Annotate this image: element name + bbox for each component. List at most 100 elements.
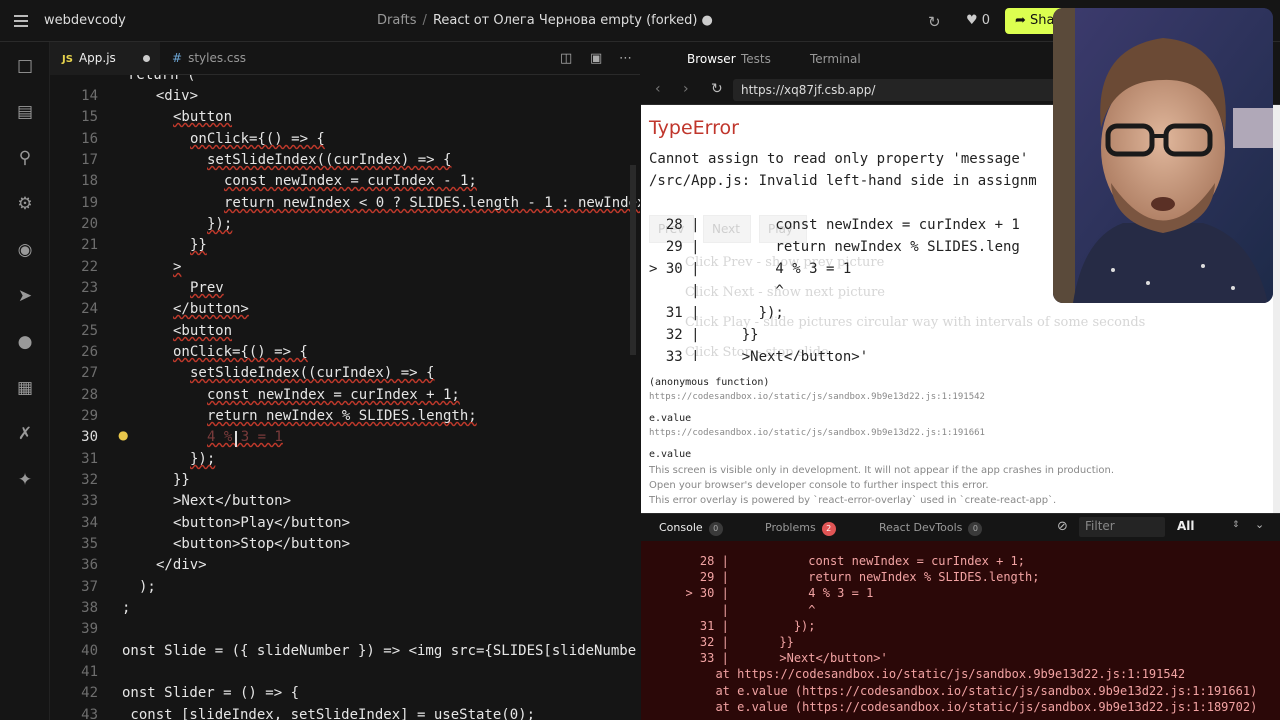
code-line: onClick={() => { [190, 131, 325, 147]
code-line: return newIndex % SLIDES.length; [207, 408, 477, 424]
line-number: 30 [81, 429, 98, 445]
heart-icon: ♥ [966, 13, 978, 28]
code-line: onst Slide = ({ slideNumber }) => <img s… [122, 643, 637, 659]
tab-label: Console [659, 521, 703, 534]
tab-label: styles.css [188, 51, 247, 65]
sandbox-title[interactable]: React от Олега Чернова empty (forked) [433, 13, 697, 28]
console-line: 28 | const newIndex = curIndex + 1; [671, 554, 1026, 568]
gear-icon[interactable]: ⚙ [15, 194, 35, 214]
stack-frame-fn: e.value [649, 413, 692, 424]
stack-frame-url[interactable]: https://codesandbox.io/static/js/sandbox… [649, 428, 985, 438]
preview-icon[interactable]: ▣ [590, 51, 602, 66]
line-number: 25 [81, 323, 98, 339]
error-title: TypeError [649, 117, 739, 139]
tab-react-devtools[interactable]: React DevTools 0 [879, 521, 983, 536]
console-line: at e.value (https://codesandbox.io/stati… [701, 699, 1258, 714]
line-number: 33 [81, 493, 98, 509]
stack-frame-fn: e.value [649, 449, 692, 460]
code-line-partial: return ( [128, 75, 196, 83]
webcam-overlay [1053, 8, 1273, 303]
line-number: 15 [81, 109, 98, 125]
code-line: const newIndex = curIndex + 1; [207, 387, 460, 403]
code-line: return newIndex < 0 ? SLIDES.length - 1 … [224, 195, 640, 211]
editor-scrollbar[interactable] [630, 75, 640, 720]
code-line: onst Slider = () => { [122, 685, 300, 701]
activity-bar: □ ▤ ⚲ ⚙ ◉ ➤ ● ▦ ✗ ✦ [0, 42, 50, 720]
tab-label: Problems [765, 521, 816, 534]
line-number: 21 [81, 237, 98, 253]
filter-input[interactable]: Filter [1079, 517, 1165, 537]
line-number: 24 [81, 301, 98, 317]
line-number: 16 [81, 131, 98, 147]
tab-problems[interactable]: Problems 2 [765, 521, 836, 536]
console-line: at e.value (https://codesandbox.io/stati… [701, 683, 1258, 698]
refresh-icon[interactable]: ↻ [928, 13, 941, 31]
vscode-icon[interactable]: ✗ [15, 424, 35, 444]
file-icon[interactable]: ▤ [15, 102, 35, 122]
users-icon[interactable]: ● [15, 332, 35, 352]
github-icon[interactable]: ◉ [15, 240, 35, 260]
code-line: }} [190, 237, 207, 253]
code-editor[interactable]: return ( 14 <div> 15 <button 16 onClick={() … [50, 75, 640, 720]
globe-icon: ● [701, 13, 713, 28]
tab-tests[interactable]: Tests [741, 52, 771, 66]
code-line: const [slideIndex, setSlideIndex] = useS… [122, 707, 536, 720]
code-line: }} [173, 472, 190, 488]
js-file-icon: JS [62, 54, 73, 65]
sparkle-icon[interactable]: ✦ [15, 470, 35, 490]
more-icon[interactable]: ⋯ [619, 51, 632, 66]
code-line: }); [190, 451, 216, 467]
console-line: 31 | }); [671, 618, 816, 633]
code-line: }); [207, 216, 233, 232]
console-line: 29 | return newIndex % SLIDES.length; [671, 570, 1040, 585]
split-view-icon[interactable]: ◫ [560, 51, 572, 66]
text-cursor [235, 431, 237, 447]
tab-browser[interactable]: Browser [687, 52, 736, 66]
back-icon[interactable]: ‹ [655, 81, 661, 97]
code-line: <button [173, 109, 233, 125]
reload-icon[interactable]: ↻ [711, 81, 723, 97]
line-number: 38 [81, 600, 98, 616]
line-number: 20 [81, 216, 98, 232]
line-number: 36 [81, 557, 98, 573]
breadcrumb-root[interactable]: Drafts [377, 13, 417, 28]
code-frame-line: | ^ [649, 283, 784, 299]
code-line: setSlideIndex((curIndex) => { [207, 152, 452, 168]
code-line: <button>Stop</button> [173, 536, 351, 552]
count-badge: 0 [708, 522, 723, 536]
console-line: 32 | }} [671, 635, 794, 649]
workspace-name[interactable]: webdevcody [44, 13, 126, 28]
count-badge: 0 [968, 522, 983, 536]
tab-app-js[interactable]: JS App.js [50, 42, 160, 75]
line-number: 26 [81, 344, 98, 360]
console-line: at https://codesandbox.io/static/js/sand… [701, 667, 1186, 682]
lightbulb-icon[interactable]: ● [118, 428, 128, 442]
line-number: 29 [81, 408, 98, 424]
cube-icon[interactable]: □ [15, 56, 35, 76]
stack-frame-fn: (anonymous function) [649, 377, 770, 388]
line-number: 42 [81, 685, 98, 701]
tab-styles-css[interactable]: # styles.css [160, 42, 288, 75]
tab-console[interactable]: Console 0 [659, 521, 723, 536]
docker-icon[interactable]: ▦ [15, 378, 35, 398]
forward-icon[interactable]: › [683, 81, 689, 97]
stack-frame-url[interactable]: https://codesandbox.io/static/js/sandbox… [649, 392, 985, 402]
tab-terminal[interactable]: Terminal [810, 52, 861, 66]
line-number: 32 [81, 472, 98, 488]
presenter-video [1053, 8, 1273, 303]
search-icon[interactable]: ⚲ [15, 148, 35, 168]
line-number: 34 [81, 515, 98, 531]
url-input[interactable]: https://xq87jf.csb.app/ [733, 79, 1063, 101]
log-level-select[interactable]: All [1177, 519, 1195, 533]
line-number: 17 [81, 152, 98, 168]
code-frame-line: > 30 | 4 % 3 = 1 [649, 261, 852, 277]
clear-console-icon[interactable]: ⊘ [1057, 519, 1068, 534]
code-line: const newIndex = curIndex - 1; [224, 173, 477, 189]
chevron-down-icon[interactable]: ⌄ [1255, 518, 1264, 531]
error-message: Cannot assign to read only property 'mes… [649, 151, 1029, 167]
menu-icon[interactable] [14, 12, 32, 30]
like-button[interactable]: ♥ 0 [966, 13, 990, 28]
overlay-scrollbar[interactable] [1273, 105, 1280, 513]
count-badge: 2 [821, 522, 836, 536]
rocket-icon[interactable]: ➤ [15, 286, 35, 306]
